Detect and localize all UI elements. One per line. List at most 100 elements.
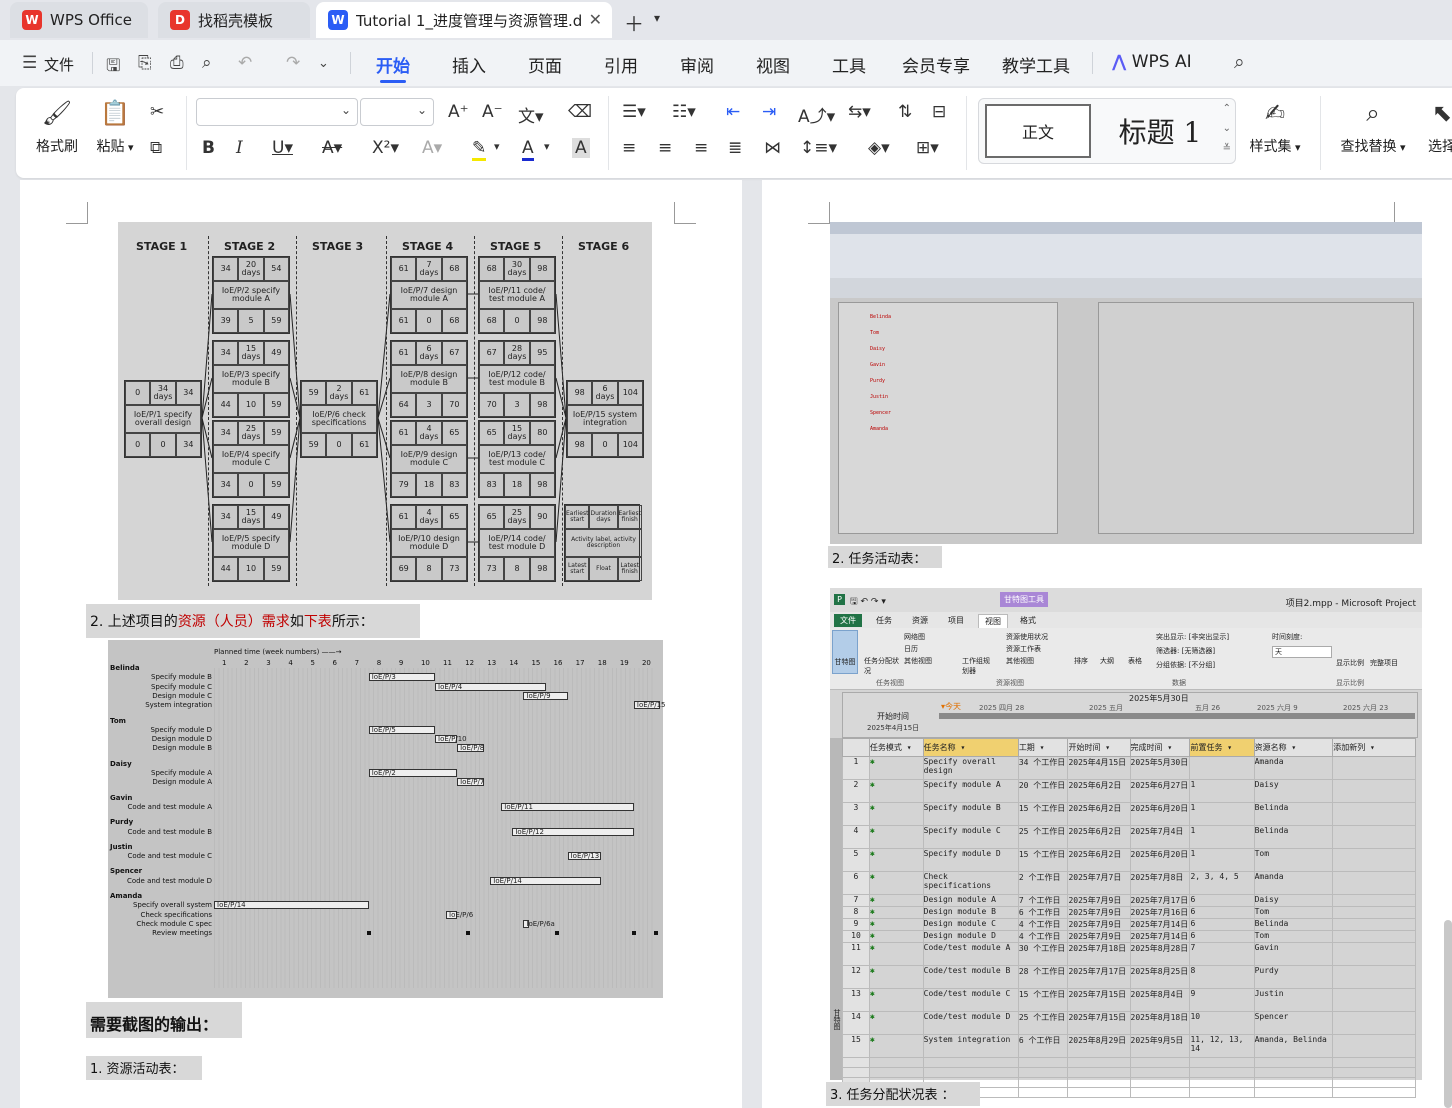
search-icon[interactable]: ⌕ [1234, 51, 1245, 73]
empty-row[interactable] [842, 1057, 1416, 1068]
column-header[interactable]: 添加新列 ▾ [1332, 738, 1416, 757]
strikethrough-icon[interactable]: A▾ [322, 138, 342, 158]
task-row[interactable]: 1 ✱ Specify overall design 34 个工作日 2025年4月15… [842, 756, 1416, 780]
project-tab[interactable]: 文件 [834, 614, 862, 627]
menu-teaching[interactable]: 教学工具 [1002, 52, 1070, 77]
bullet-list-icon[interactable]: ☰▾ [622, 102, 646, 122]
new-tab-icon[interactable]: ＋ [624, 8, 644, 37]
tab-wps-office[interactable]: W WPS Office [10, 2, 148, 38]
column-header[interactable]: 前置任务 ▾ [1189, 738, 1255, 757]
menu-tools[interactable]: 工具 [832, 52, 866, 77]
paste-button[interactable]: 📋 粘贴 ▾ [88, 96, 142, 156]
tab-template[interactable]: D 找稻壳模板 [158, 2, 310, 38]
align-center-icon[interactable]: ≡ [658, 138, 672, 158]
table-icon[interactable]: ⊟ [932, 102, 946, 122]
text-direction-icon[interactable]: A⤴▾ [798, 102, 835, 127]
shading-icon[interactable]: ◈▾ [868, 138, 890, 158]
file-menu[interactable]: 文件 [44, 54, 74, 75]
task-row[interactable]: 12 ✱ Code/test module B 28 个工作日 2025年7月17日 20… [842, 965, 1416, 989]
project-tab[interactable]: 资源 [906, 614, 934, 627]
task-row[interactable]: 6 ✱ Check specifications 2 个工作日 2025年7月7日 202… [842, 871, 1416, 895]
filter-select[interactable]: 筛选器: [无筛选器] [1156, 646, 1215, 656]
project-tab[interactable]: 格式 [1014, 614, 1042, 627]
eraser-icon[interactable]: ⌫ [568, 102, 592, 122]
italic-icon[interactable]: I [236, 138, 243, 158]
style-set-button[interactable]: ✍ 样式集 ▾ [1244, 96, 1306, 156]
task-row[interactable]: 10 ✱ Design module D4 个工作日 2025年7月9日 2025年7月… [842, 930, 1416, 943]
increase-indent-icon[interactable]: ⇥ [762, 102, 776, 122]
chevron-down-icon[interactable]: ⌄ [318, 56, 329, 71]
quick-access-icons[interactable]: 🖫 ↶ ↷ ▾ [850, 594, 886, 610]
group-select[interactable]: 分组依据: [不分组] [1156, 660, 1215, 670]
align-left-icon[interactable]: ≡ [622, 138, 636, 158]
vertical-scrollbar[interactable] [1444, 920, 1452, 1108]
column-header[interactable]: 开始时间 ▾ [1067, 738, 1131, 757]
format-painter-button[interactable]: 🖌 格式刷 [30, 96, 84, 156]
chevron-down-icon[interactable]: ▾ [494, 140, 500, 153]
font-color-icon[interactable]: A [522, 138, 534, 161]
resource-usage-button[interactable]: 资源使用状况 [1006, 632, 1048, 642]
task-row[interactable]: 3 ✱ Specify module B 15 个工作日 2025年6月2日 2025年6… [842, 802, 1416, 826]
zoom-button[interactable]: 显示比例 [1336, 658, 1364, 668]
highlight-icon[interactable]: ✎ [472, 138, 487, 161]
empty-row[interactable] [842, 1067, 1416, 1078]
numbered-list-icon[interactable]: ☷▾ [672, 102, 696, 122]
column-header[interactable]: 任务模式 ▾ [868, 738, 924, 757]
task-row[interactable]: 8 ✱ Design module B6 个工作日 2025年7月9日 2025年7月1… [842, 906, 1416, 919]
save-icon[interactable]: 🖫 [106, 53, 120, 82]
export-icon[interactable]: ⎘ [138, 53, 152, 73]
menu-insert[interactable]: 插入 [452, 52, 486, 77]
phonetic-icon[interactable]: 文▾ [518, 102, 544, 127]
task-row[interactable]: 13 ✱ Code/test module C 15 个工作日 2025年7月15日 20… [842, 988, 1416, 1012]
decrease-indent-icon[interactable]: ⇤ [726, 102, 740, 122]
distribute-icon[interactable]: ⋈ [764, 138, 781, 158]
gantt-view-button[interactable]: 甘特图 [832, 630, 858, 674]
highlight-select[interactable]: 突出显示: [非突出显示] [1156, 632, 1229, 642]
task-row[interactable]: 7 ✱ Design module A7 个工作日 2025年7月9日 2025年7月1… [842, 894, 1416, 907]
task-row[interactable]: 2 ✱ Specify module A 20 个工作日 2025年6月2日 2025年6… [842, 779, 1416, 803]
calendar-button[interactable]: 日历 [904, 644, 918, 654]
underline-icon[interactable]: U▾ [272, 138, 293, 158]
align-right-icon[interactable]: ≡ [694, 138, 708, 158]
char-shading-icon[interactable]: A [572, 138, 590, 158]
cut-icon[interactable]: ✂ [150, 102, 164, 122]
sort-button[interactable]: 排序 [1074, 656, 1088, 666]
superscript-icon[interactable]: X²▾ [372, 138, 399, 158]
project-tab[interactable]: 任务 [870, 614, 898, 627]
menu-start[interactable]: 开始 [376, 52, 410, 83]
hamburger-icon[interactable]: ☰ [22, 53, 37, 73]
expand-icon[interactable]: ≚ [1223, 143, 1231, 154]
other-views-button-2[interactable]: 其他视图 [1006, 656, 1034, 666]
sort-icon[interactable]: ⇅ [898, 102, 912, 122]
style-normal[interactable]: 正文 [985, 104, 1091, 158]
menu-reference[interactable]: 引用 [604, 52, 638, 77]
justify-icon[interactable]: ≣ [728, 138, 742, 158]
line-spacing-icon[interactable]: ↕≡▾ [800, 138, 837, 158]
chevron-down-icon[interactable]: ▾ [654, 11, 660, 25]
column-header[interactable]: 工期 ▾ [1017, 738, 1069, 757]
tab-document[interactable]: W Tutorial 1_进度管理与资源管理.d ✕ [316, 2, 612, 38]
tables-button[interactable]: 表格 [1128, 656, 1142, 666]
project-tab[interactable]: 项目 [942, 614, 970, 627]
menu-member[interactable]: 会员专享 [902, 52, 970, 77]
team-planner-button[interactable]: 工作组规划器 [962, 656, 996, 676]
column-header[interactable]: 资源名称 ▾ [1253, 738, 1334, 757]
bold-icon[interactable]: B [202, 138, 215, 158]
copy-icon[interactable]: ⧉ [150, 138, 162, 158]
task-row[interactable]: 5 ✱ Specify module D 15 个工作日 2025年6月2日 2025年6… [842, 848, 1416, 872]
print-icon[interactable]: ⎙ [170, 53, 184, 73]
menu-page[interactable]: 页面 [528, 52, 562, 77]
chevron-up-icon[interactable]: ⌃ [1223, 103, 1231, 114]
wps-ai-button[interactable]: ⋀ WPS AI [1112, 52, 1192, 72]
task-row[interactable]: 15 ✱ System integration 6 个工作日 2025年8月29日 202… [842, 1034, 1416, 1058]
print-preview-icon[interactable]: ⌕ [202, 53, 212, 73]
task-row[interactable]: 4 ✱ Specify module C 25 个工作日 2025年6月2日 2025年7… [842, 825, 1416, 849]
menu-review[interactable]: 审阅 [680, 52, 714, 77]
outline-button[interactable]: 大纲 [1100, 656, 1114, 666]
grow-font-icon[interactable]: A⁺ [448, 102, 469, 122]
column-header[interactable]: 完成时间 ▾ [1129, 738, 1191, 757]
select-button[interactable]: ⬉ 选择 [1422, 96, 1452, 156]
undo-icon[interactable]: ↶ [238, 53, 252, 73]
network-diagram-button[interactable]: 网络图 [904, 632, 925, 642]
menu-view[interactable]: 视图 [756, 52, 790, 77]
